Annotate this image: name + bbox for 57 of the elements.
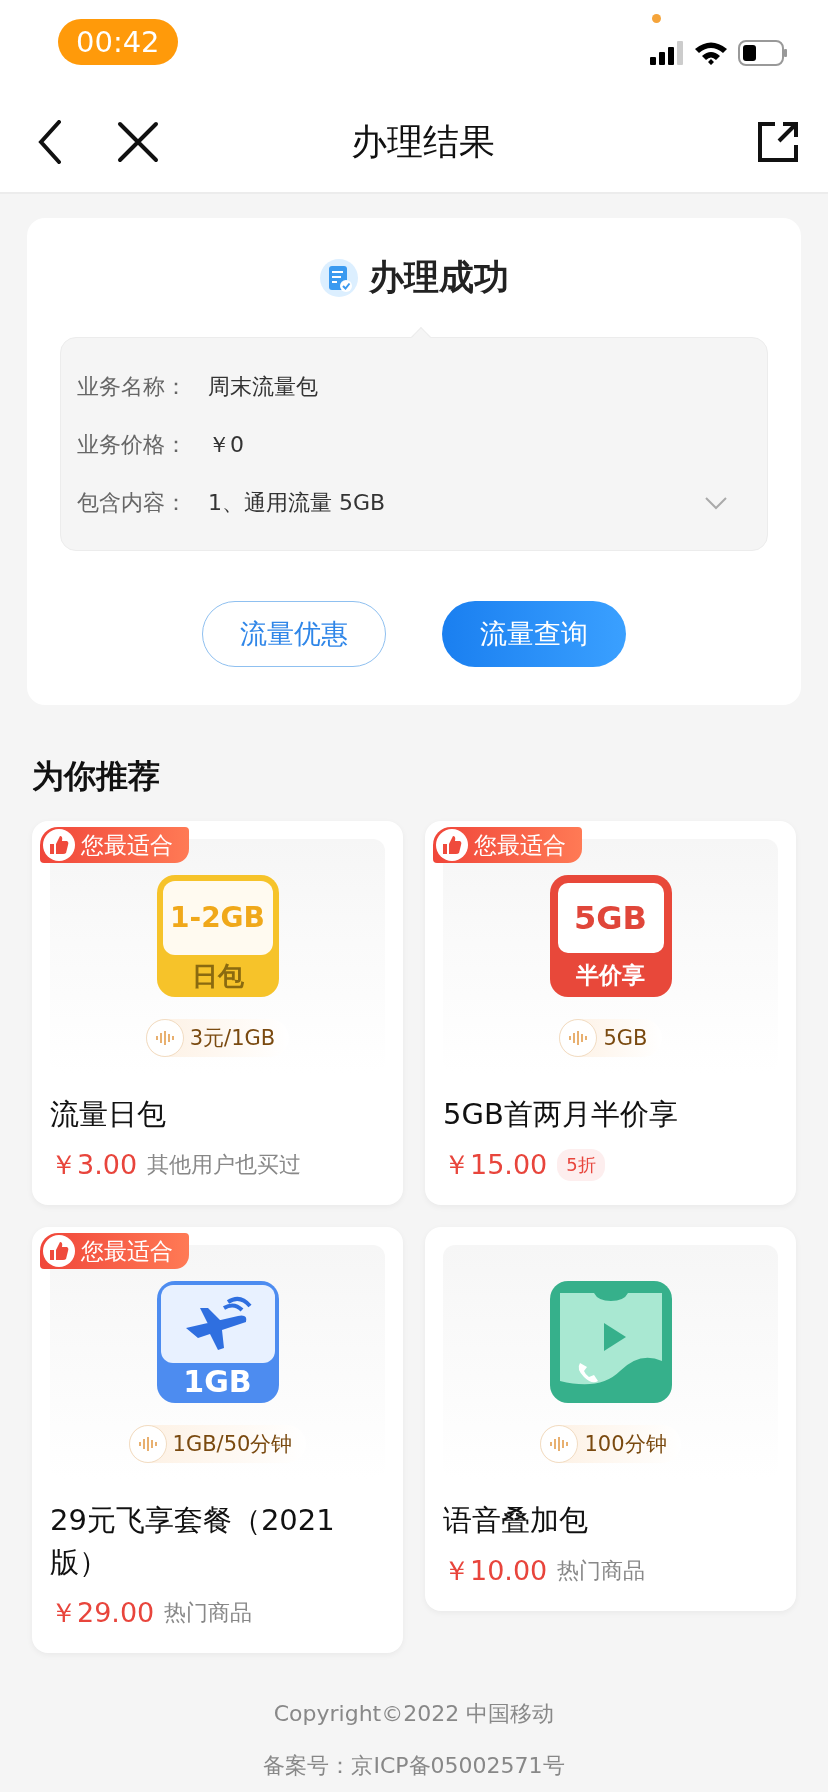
detail-value: ￥0 [208, 431, 245, 459]
indicator-dot-icon [652, 14, 661, 23]
product-price: ￥10.00 [443, 1554, 548, 1589]
spec-text: 5GB [603, 1026, 648, 1050]
detail-label: 业务名称： [77, 373, 188, 401]
wifi-icon [694, 40, 728, 66]
product-price: ￥3.00 [50, 1148, 138, 1183]
product-card[interactable]: 您最适合 1GB 1GB/50分钟 29元飞享套餐（2021版） ￥29.00 热门商品 [32, 1227, 403, 1654]
icon-label: 5GB [574, 902, 647, 934]
status-time: 00:42 [58, 19, 178, 65]
product-name: 5GB首两月半价享 [443, 1096, 679, 1133]
detail-value: 周末流量包 [208, 373, 319, 401]
battery-icon [738, 40, 788, 66]
product-price: ￥29.00 [50, 1596, 155, 1631]
detail-value: 1、通用流量 5GB [208, 489, 387, 517]
close-icon [117, 121, 159, 163]
badge-text: 您最适合 [474, 830, 566, 860]
sound-wave-icon [155, 1030, 174, 1046]
icon-label: 日包 [191, 963, 244, 989]
section-heading: 为你推荐 [32, 756, 161, 797]
detail-label: 包含内容： [77, 489, 188, 517]
product-card[interactable]: 您最适合 5GB 半价享 5GB 5GB首两月半价享 ￥15.00 5折 [425, 821, 796, 1206]
share-icon [757, 121, 799, 163]
spec-text: 1GB/50分钟 [172, 1431, 293, 1459]
result-title: 办理成功 [369, 256, 509, 299]
sound-wave-icon [550, 1436, 569, 1453]
product-card[interactable]: 您最适合 1-2GB 日包 3元/1GB 流量日包 ￥3.00 其他用户也买过 [32, 821, 403, 1206]
icon-label: 1-2GB [170, 904, 265, 932]
product-name: 29元飞享套餐（2021版） [50, 1502, 336, 1582]
product-card[interactable]: 100分钟 语音叠加包 ￥10.00 热门商品 [425, 1227, 796, 1612]
spec-text: 100分钟 [584, 1431, 667, 1459]
product-note: 热门商品 [164, 1599, 253, 1628]
sound-wave-icon [138, 1436, 157, 1453]
offer-button[interactable]: 流量优惠 [202, 601, 386, 667]
discount-tag: 5折 [557, 1149, 605, 1182]
product-name: 语音叠加包 [443, 1502, 589, 1540]
sound-wave-icon [569, 1030, 588, 1046]
icon-label: 半价享 [576, 963, 645, 987]
back-icon [37, 120, 63, 164]
spec-text: 3元/1GB [189, 1025, 276, 1052]
badge-text: 您最适合 [81, 1236, 173, 1266]
thumbs-up-icon [48, 1240, 70, 1263]
badge-text: 您最适合 [81, 830, 173, 860]
product-price: ￥15.00 [443, 1148, 548, 1183]
product-note: 热门商品 [557, 1557, 646, 1586]
footer-text: Copyright©2022 中国移动 [273, 1700, 555, 1729]
page-title: 办理结果 [350, 119, 496, 164]
signal-icon [650, 41, 684, 65]
phone-video-icon [549, 1281, 672, 1404]
document-check-icon [319, 257, 359, 298]
thumbs-up-icon [441, 834, 463, 856]
icon-label: 1GB [183, 1367, 252, 1398]
product-name: 流量日包 [50, 1096, 167, 1133]
detail-label: 业务价格： [77, 431, 188, 459]
footer-text: 备案号：京ICP备05002571号 [263, 1752, 565, 1781]
thumbs-up-icon [48, 834, 70, 856]
product-note: 其他用户也买过 [147, 1151, 302, 1180]
